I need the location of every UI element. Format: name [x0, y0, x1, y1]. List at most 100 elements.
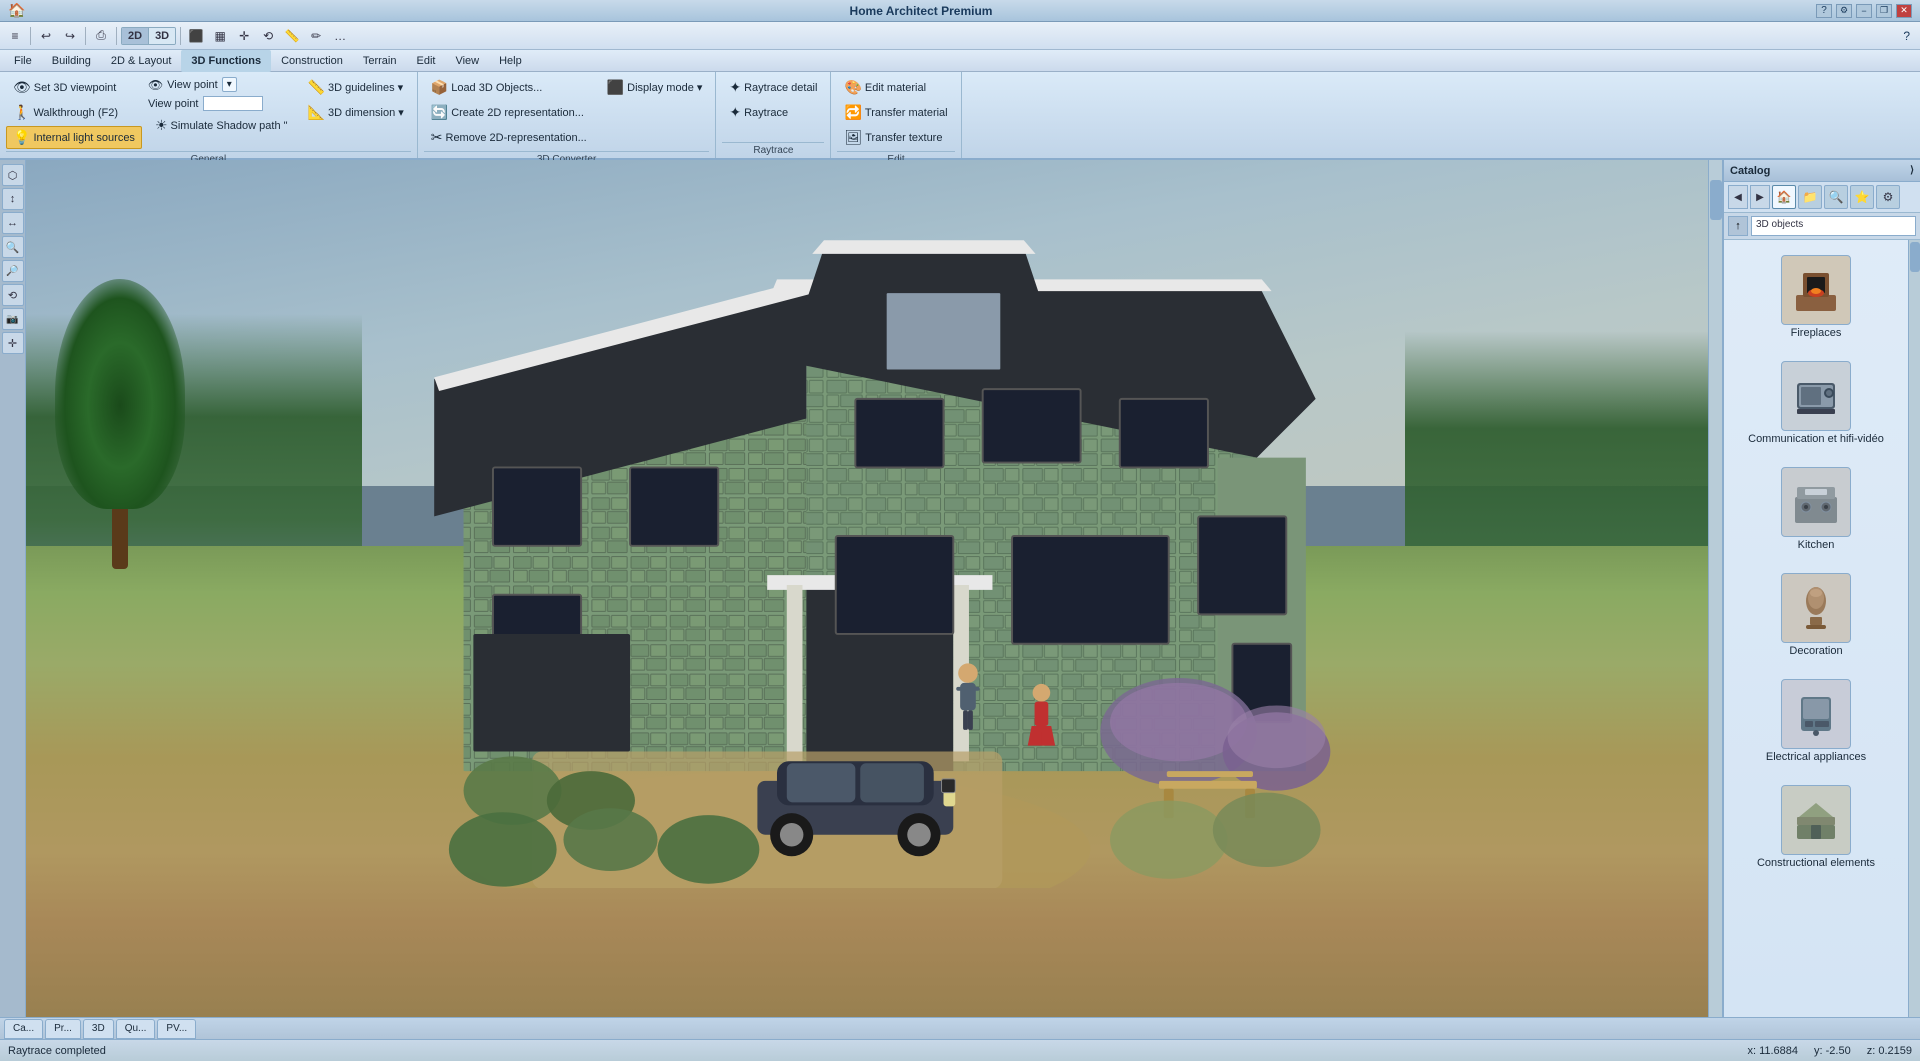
extra-btn[interactable]: … [329, 25, 351, 47]
dimension-icon: 📐 [308, 104, 325, 121]
viewpoint-input[interactable] [203, 96, 263, 111]
viewport[interactable]: ⬡ ↕ ↔ 🔍 🔎 ⟲ 📷 ✛ [0, 160, 1722, 1017]
menu-2dlayout[interactable]: 2D & Layout [101, 50, 182, 72]
undo-btn[interactable]: ↩ [35, 25, 57, 47]
separator-3 [116, 27, 117, 45]
tab-quantities[interactable]: Qu... [116, 1019, 156, 1039]
catalog-forward-btn[interactable]: ▶ [1750, 185, 1770, 209]
select-btn[interactable]: ⬛ [185, 25, 207, 47]
display-mode-btn[interactable]: ⬛ Display mode ▾ [600, 76, 710, 99]
menu-file[interactable]: File [4, 50, 42, 72]
3d-guidelines-btn[interactable]: 📏 3D guidelines ▾ [301, 76, 411, 99]
menu-building[interactable]: Building [42, 50, 101, 72]
settings-btn[interactable]: ⚙ [1836, 4, 1852, 18]
help-btn[interactable]: ? [1816, 4, 1832, 18]
menu-construction[interactable]: Construction [271, 50, 353, 72]
transfer-texture-btn[interactable]: 🖼 Transfer texture [837, 126, 954, 149]
catalog-tab-folder[interactable]: 📁 [1798, 185, 1822, 209]
catalog-tab-search[interactable]: 🔍 [1824, 185, 1848, 209]
ribbon-buttons-general: 👁 Set 3D viewpoint 🚶 Walkthrough (F2) 💡 … [6, 76, 411, 149]
viewpoint-row: 👁 View point ▾ [148, 76, 295, 93]
mode-3d[interactable]: 3D [149, 28, 175, 44]
catalog-scrollbar[interactable] [1908, 240, 1920, 1017]
rotate-btn[interactable]: ⟲ [257, 25, 279, 47]
catalog-item-fireplaces[interactable]: Fireplaces [1728, 248, 1904, 346]
tab-catalog[interactable]: Ca... [4, 1019, 43, 1039]
ribbon-buttons-raytrace: ✦ Raytrace detail ✦ Raytrace [722, 76, 824, 140]
hifi-icon [1781, 361, 1851, 431]
kitchen-label: Kitchen [1798, 539, 1835, 551]
set-3d-viewpoint-btn[interactable]: 👁 Set 3D viewpoint [6, 76, 142, 99]
walkthrough-icon: 🚶 [13, 104, 30, 121]
minimize-btn[interactable]: − [1856, 4, 1872, 18]
catalog-tab-star[interactable]: ⭐ [1850, 185, 1874, 209]
tab-properties[interactable]: Pr... [45, 1019, 81, 1039]
tab-pv[interactable]: PV... [157, 1019, 196, 1039]
fireplaces-label: Fireplaces [1791, 327, 1842, 339]
edit-material-btn[interactable]: 🎨 Edit material [837, 76, 954, 99]
redo-btn[interactable]: ↪ [59, 25, 81, 47]
tab-3d[interactable]: 3D [83, 1019, 114, 1039]
raytrace-btn[interactable]: ✦ Raytrace [722, 101, 824, 124]
catalog-tab-home[interactable]: 🏠 [1772, 185, 1796, 209]
catalog-scroll[interactable]: Fireplaces [1724, 240, 1908, 1017]
vp-tool-camera[interactable]: 📷 [2, 308, 24, 330]
measure-btn[interactable]: 📏 [281, 25, 303, 47]
2d-3d-toggle[interactable]: 2D 3D [121, 27, 176, 45]
light-icon: 💡 [13, 129, 30, 146]
internal-light-sources-btn[interactable]: 💡 Internal light sources [6, 126, 142, 149]
mode-2d[interactable]: 2D [122, 28, 149, 44]
create-2d-rep-btn[interactable]: 🔄 Create 2D representation... [424, 101, 594, 124]
draw-btn[interactable]: ✏ [305, 25, 327, 47]
raytrace-detail-btn[interactable]: ✦ Raytrace detail [722, 76, 824, 99]
catalog-tab-settings[interactable]: ⚙ [1876, 185, 1900, 209]
vp-tool-crosshair[interactable]: ✛ [2, 332, 24, 354]
zoom-btn[interactable]: ▦ [209, 25, 231, 47]
simulate-shadow-btn[interactable]: ☀ Simulate Shadow path " [148, 114, 295, 137]
catalog-item-electrical[interactable]: Electrical appliances [1728, 672, 1904, 770]
pan-btn[interactable]: ✛ [233, 25, 255, 47]
vp-tool-rotate[interactable]: ⟲ [2, 284, 24, 306]
catalog-back-btn[interactable]: ◀ [1728, 185, 1748, 209]
display-icon: ⬛ [607, 79, 624, 96]
restore-btn[interactable]: ❐ [1876, 4, 1892, 18]
catalog-item-kitchen[interactable]: Kitchen [1728, 460, 1904, 558]
catalog-item-construction[interactable]: Constructional elements [1728, 778, 1904, 876]
catalog-up-btn[interactable]: ↑ [1728, 216, 1748, 236]
menu-3dfunctions[interactable]: 3D Functions [181, 50, 271, 72]
close-btn[interactable]: ✕ [1896, 4, 1912, 18]
menu-view[interactable]: View [445, 50, 489, 72]
raytrace-detail-icon: ✦ [729, 79, 741, 96]
menu-edit[interactable]: Edit [406, 50, 445, 72]
catalog-item-decoration[interactable]: Decoration [1728, 566, 1904, 664]
viewpoint-dropdown[interactable]: ▾ [222, 77, 237, 92]
catalog-scroll-thumb [1910, 242, 1920, 272]
scene [26, 160, 1708, 1017]
ribbon-group-edit: 🎨 Edit material 🔁 Transfer material 🖼 Tr… [831, 72, 961, 158]
construction-label: Constructional elements [1757, 857, 1875, 869]
app-menu-btn[interactable]: ≡ [4, 25, 26, 47]
print-btn[interactable]: ⎙ [90, 25, 112, 47]
vp-tool-move-v[interactable]: ↕ [2, 188, 24, 210]
help-icon[interactable]: ? [1897, 29, 1916, 43]
kitchen-icon [1781, 467, 1851, 537]
catalog-collapse-btn[interactable]: ⟩ [1910, 165, 1914, 176]
menu-terrain[interactable]: Terrain [353, 50, 407, 72]
remove-2d-rep-btn[interactable]: ✂ Remove 2D-representation... [424, 126, 594, 149]
vp-tool-zoom-in[interactable]: 🔍 [2, 236, 24, 258]
walkthrough-btn[interactable]: 🚶 Walkthrough (F2) [6, 101, 142, 124]
catalog-path: 3D objects [1751, 216, 1916, 236]
vp-tool-zoom-out[interactable]: 🔎 [2, 260, 24, 282]
bottom-tabs: Ca... Pr... 3D Qu... PV... [0, 1017, 1920, 1039]
vp-tool-select[interactable]: ⬡ [2, 164, 24, 186]
vp-tool-move-h[interactable]: ↔ [2, 212, 24, 234]
3d-dimension-btn[interactable]: 📐 3D dimension ▾ [301, 101, 411, 124]
load-3d-objects-btn[interactable]: 📦 Load 3D Objects... [424, 76, 594, 99]
menu-help[interactable]: Help [489, 50, 532, 72]
decoration-label: Decoration [1789, 645, 1842, 657]
catalog-item-hifi[interactable]: Communication et hifi-vidéo [1728, 354, 1904, 452]
viewport-scrollbar[interactable] [1708, 160, 1722, 1017]
quick-access-toolbar: ≡ ↩ ↪ ⎙ 2D 3D ⬛ ▦ ✛ ⟲ 📏 ✏ … ? [0, 22, 1920, 50]
menubar: File Building 2D & Layout 3D Functions C… [0, 50, 1920, 72]
transfer-material-btn[interactable]: 🔁 Transfer material [837, 101, 954, 124]
